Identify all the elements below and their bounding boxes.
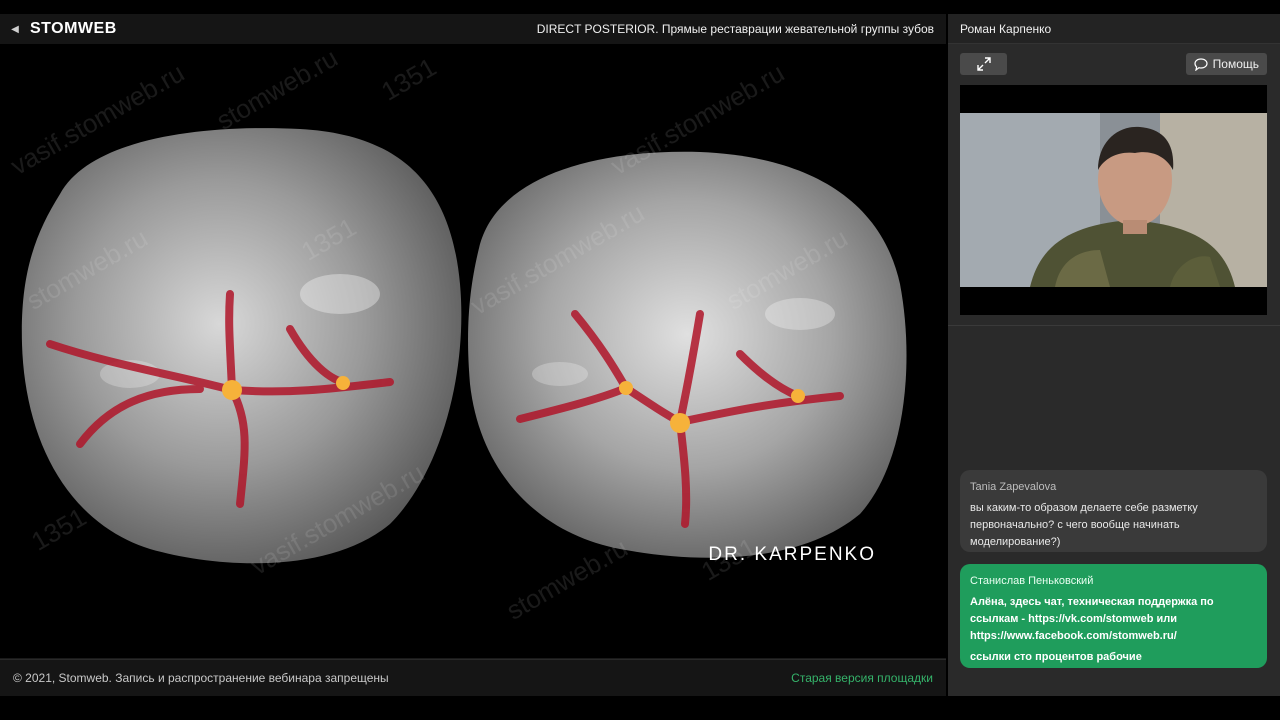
help-label: Помощь [1212, 57, 1259, 71]
webinar-title: DIRECT POSTERIOR. Прямые реставрации жев… [536, 22, 934, 36]
divider [948, 325, 1280, 326]
help-button[interactable]: Помощь [1185, 53, 1267, 75]
side-panel: Роман Карпенко Помощь Tania Zapevalova в… [948, 14, 1280, 696]
expand-button[interactable] [960, 53, 1007, 75]
chat-bubble-icon [1194, 57, 1208, 71]
slide-signature: DR. KARPENKO [708, 544, 876, 565]
marker-dot [222, 380, 242, 400]
chat-message: Tania Zapevalova вы каким-то образом дел… [960, 470, 1267, 552]
back-arrow-icon[interactable]: ◀ [0, 14, 30, 44]
expand-icon [976, 57, 991, 71]
chat-message-text: вы каким-то образом делаете себе разметк… [970, 502, 1198, 548]
brand-logo[interactable]: STOMWEB [30, 20, 117, 38]
old-version-link[interactable]: Старая версия площадки [791, 671, 933, 685]
side-toolbar: Помощь [960, 53, 1267, 75]
chat-message-text[interactable]: Алёна, здесь чат, техническая поддержка … [970, 594, 1257, 645]
bottom-strip [0, 696, 1280, 720]
chat-message-author: Станислав Пеньковский [970, 575, 1094, 587]
chat-message-support: Станислав Пеньковский Алёна, здесь чат, … [960, 564, 1267, 668]
speaker-video[interactable] [960, 85, 1267, 315]
player-footer: © 2021, Stomweb. Запись и распространени… [0, 659, 946, 696]
marker-dot [791, 389, 805, 403]
marker-dot [336, 376, 350, 390]
top-strip [0, 0, 1280, 14]
speaker-video-frame [960, 85, 1267, 315]
marker-dot [670, 413, 690, 433]
chat-message-text-extra: ссылки сто процентов рабочие [970, 651, 1142, 663]
speaker-name: Роман Карпенко [948, 14, 1280, 44]
slide-image: vasif.stomweb.ru stomweb.ru 1351 vasif.s… [0, 44, 946, 658]
marker-dot [619, 381, 633, 395]
copyright-text: © 2021, Stomweb. Запись и распространени… [13, 671, 389, 685]
chat-message-author: Tania Zapevalova [970, 481, 1057, 493]
webinar-player: ◀ STOMWEB DIRECT POSTERIOR. Прямые реста… [0, 14, 946, 696]
player-header: ◀ STOMWEB DIRECT POSTERIOR. Прямые реста… [0, 14, 946, 44]
